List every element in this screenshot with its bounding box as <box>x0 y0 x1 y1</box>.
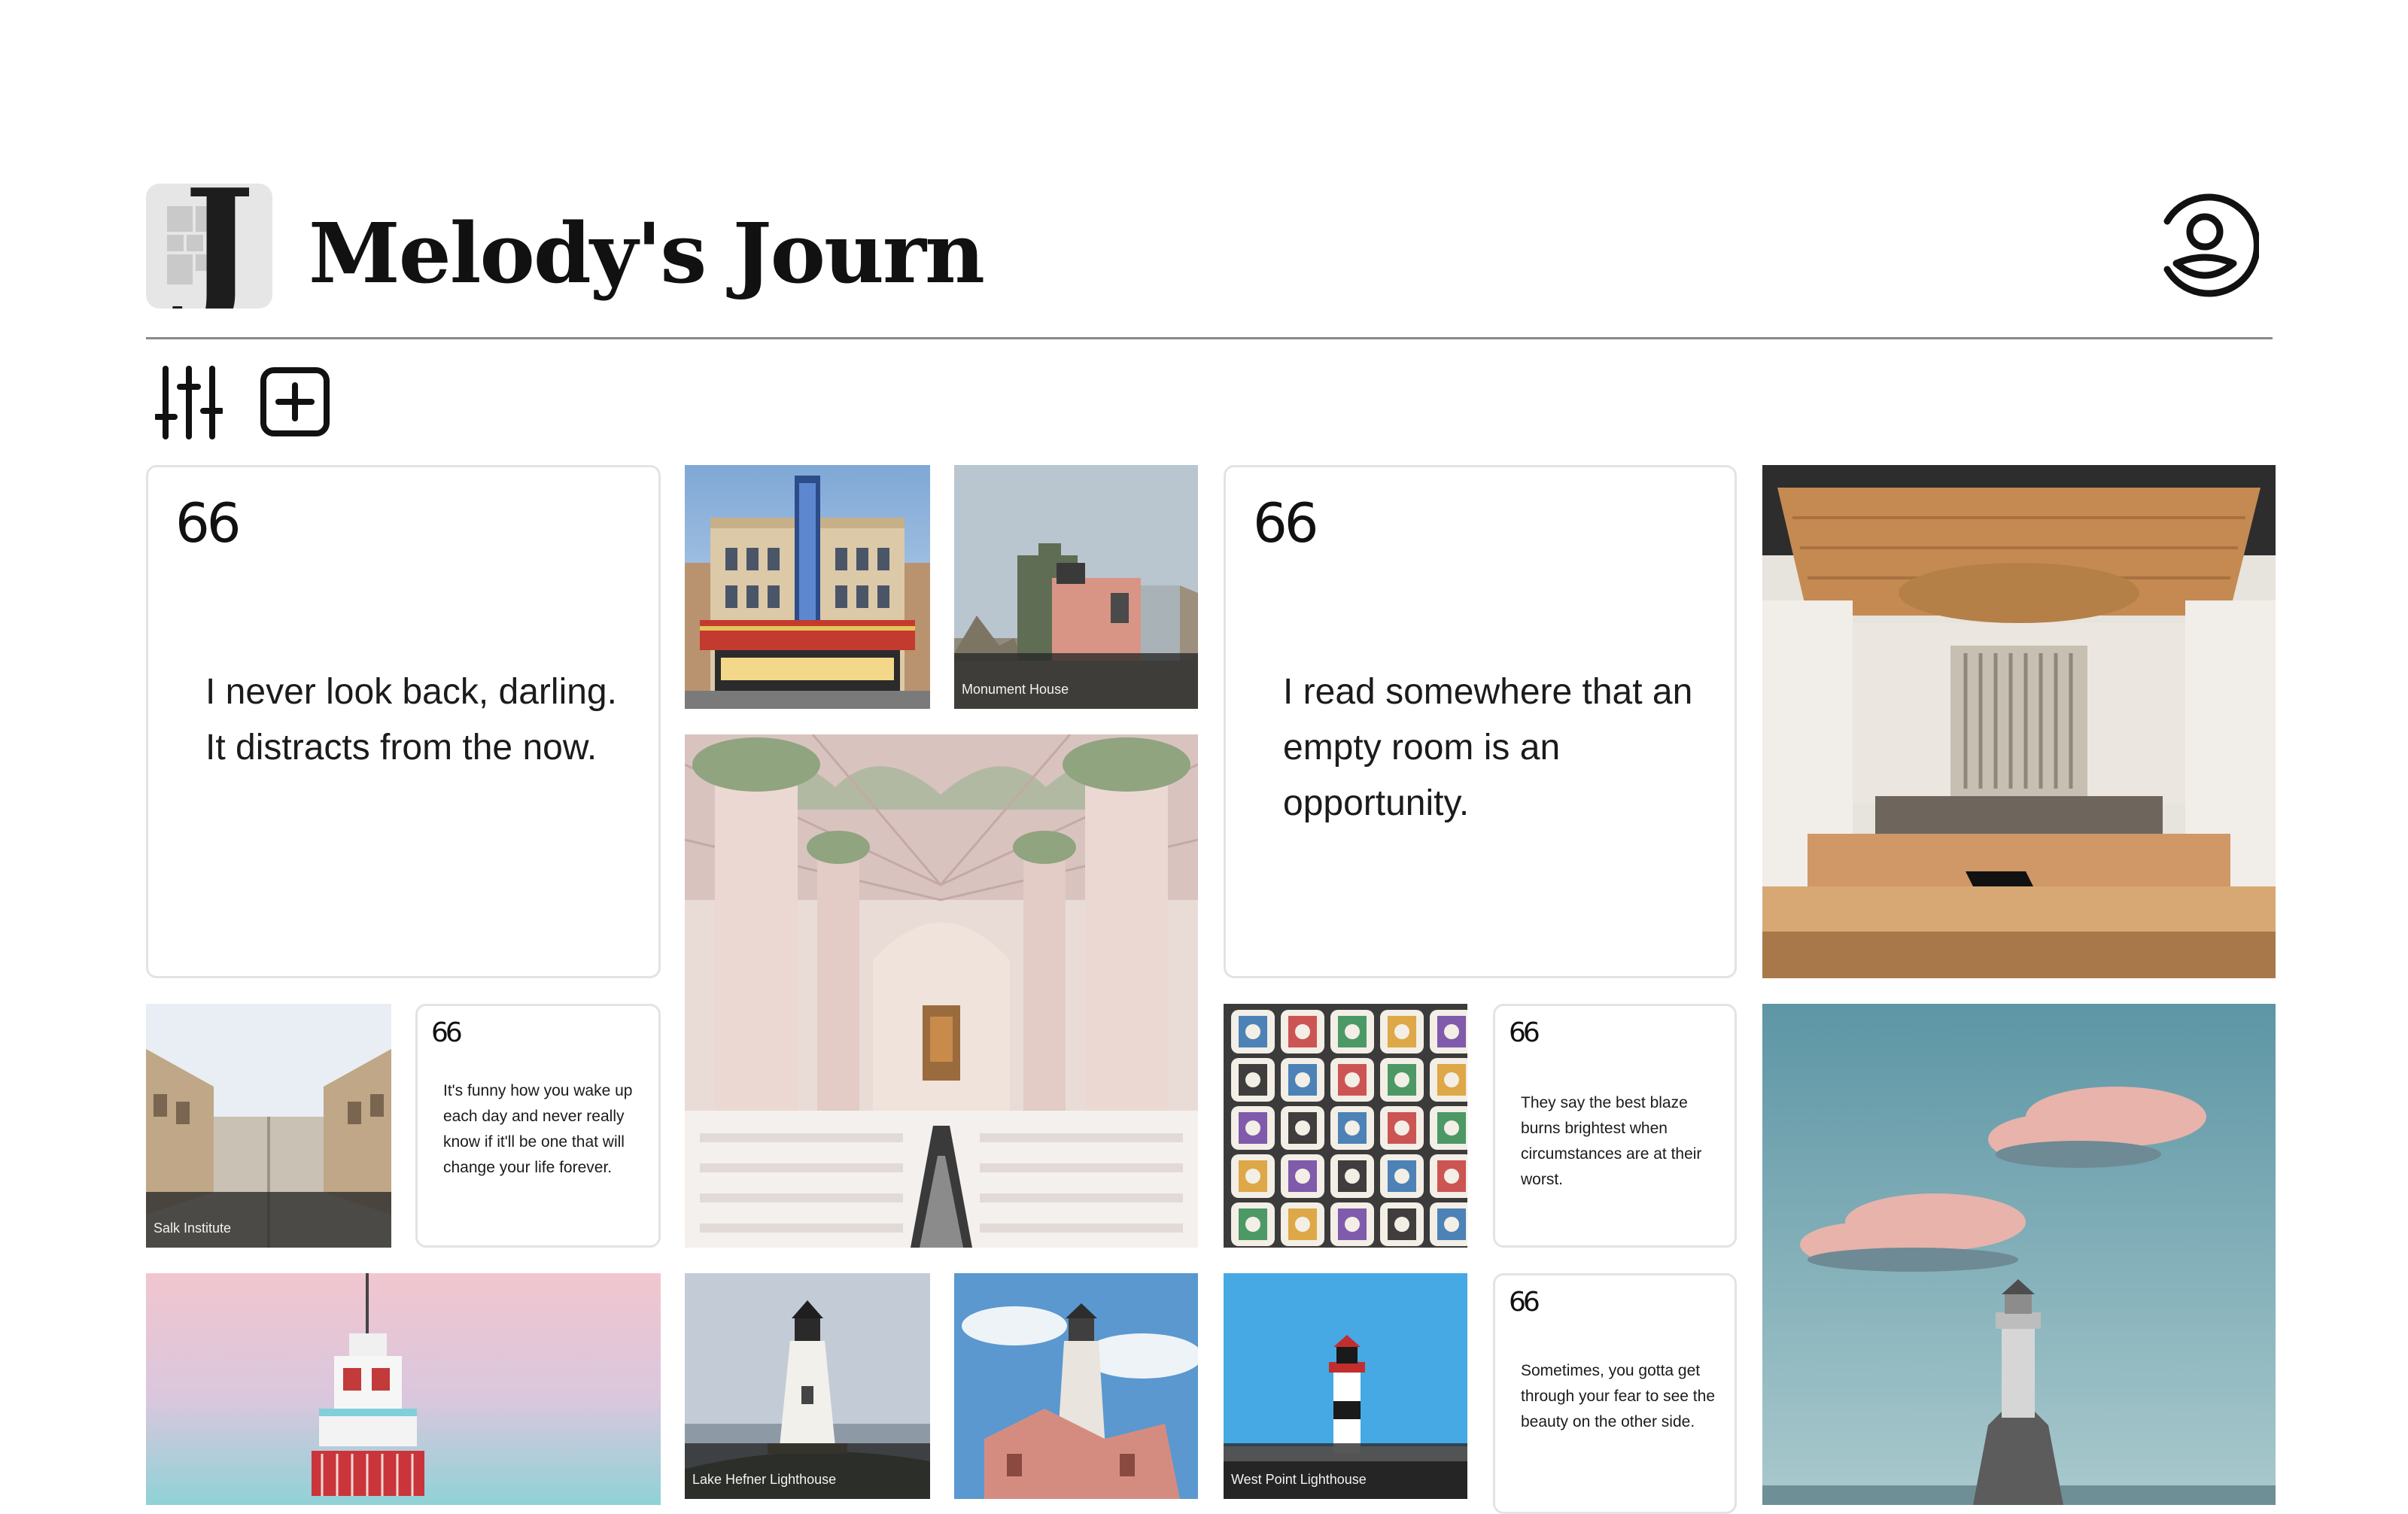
quote-mark-icon: 66 <box>431 1017 463 1048</box>
sliders-icon[interactable] <box>155 364 223 441</box>
quote-text: I read somewhere that an empty room is a… <box>1283 672 1693 823</box>
quote-text: They say the best blaze burns brightest … <box>1521 1094 1702 1188</box>
photo-sake-barrels[interactable] <box>1224 1004 1467 1248</box>
quote-mark-icon: 66 <box>175 491 242 555</box>
photo-lake-hefner-lighthouse[interactable]: Lake Hefner Lighthouse <box>685 1273 930 1499</box>
quote-text: It's funny how you wake up each day and … <box>443 1082 633 1176</box>
app-title: Melody's Journ <box>309 205 985 302</box>
photo-west-point-lighthouse[interactable]: West Point Lighthouse <box>1224 1273 1467 1499</box>
plus-square-icon[interactable] <box>260 367 330 436</box>
quote-mark-icon: 66 <box>1509 1017 1540 1048</box>
quote-card[interactable]: 66 I never look back, darling. It distra… <box>146 465 661 978</box>
quote-text: Sometimes, you gotta get through your fe… <box>1521 1362 1715 1430</box>
app-logo: J <box>146 184 272 309</box>
logo-letter: J <box>184 184 255 309</box>
photo-caption: Salk Institute <box>146 1192 391 1248</box>
photo-capitol-theater[interactable] <box>685 465 930 709</box>
quote-card[interactable]: 66 Sometimes, you gotta get through your… <box>1493 1273 1737 1514</box>
photo-caption: Lake Hefner Lighthouse <box>685 1443 930 1499</box>
photo-caption: West Point Lighthouse <box>1224 1443 1467 1499</box>
quote-mark-icon: 66 <box>1509 1287 1540 1318</box>
photo-church-interior[interactable] <box>685 734 1198 1248</box>
header-divider <box>146 337 2273 339</box>
quote-card[interactable]: 66 It's funny how you wake up each day a… <box>415 1004 661 1248</box>
quote-card[interactable]: 66 I read somewhere that an empty room i… <box>1224 465 1737 978</box>
quote-text: I never look back, darling. It distracts… <box>205 672 617 768</box>
photo-ruined-lighthouse[interactable] <box>954 1273 1198 1499</box>
photo-pink-lighthouse[interactable] <box>146 1273 661 1505</box>
photo-caption: Monument House <box>954 653 1198 709</box>
quote-card[interactable]: 66 They say the best blaze burns brighte… <box>1493 1004 1737 1248</box>
user-circle-icon[interactable] <box>2151 191 2259 299</box>
photo-salk-institute[interactable]: Salk Institute <box>146 1004 391 1248</box>
photo-concert-hall[interactable] <box>1762 465 2276 978</box>
quote-mark-icon: 66 <box>1253 491 1319 555</box>
photo-sea-lighthouse[interactable] <box>1762 1004 2276 1505</box>
photo-monument-house[interactable]: Monument House <box>954 465 1198 709</box>
